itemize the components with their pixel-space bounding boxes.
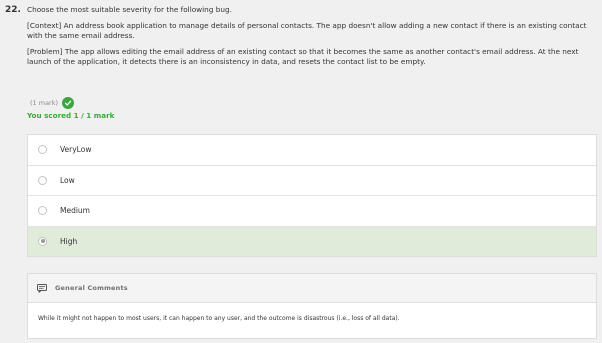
radio-button[interactable] (38, 145, 47, 155)
comments-header: General Comments (28, 274, 596, 303)
question-prompt: Choose the most suitable severity for th… (27, 5, 232, 14)
option-high[interactable]: High (28, 226, 596, 256)
question-context: [Context] An address book application to… (27, 20, 587, 41)
option-label: VeryLow (60, 145, 92, 155)
answer-options: VeryLow Low Medium High (27, 134, 597, 257)
marks-indicator: (1 mark) (30, 97, 75, 109)
option-label: Medium (60, 206, 90, 216)
comments-text: While it might not happen to most users,… (38, 315, 400, 322)
radio-dot (40, 239, 45, 244)
option-medium[interactable]: Medium (28, 196, 596, 227)
question-body: Choose the most suitable severity for th… (27, 5, 595, 73)
general-comments-panel: General Comments While it might not happ… (27, 273, 597, 339)
comment-icon (37, 283, 47, 293)
question-number: 22. (5, 5, 21, 15)
radio-button[interactable] (38, 206, 47, 216)
comments-title: General Comments (55, 284, 128, 292)
marks-label: (1 mark) (30, 99, 59, 107)
check-circle-icon (62, 97, 75, 109)
option-label: Low (60, 175, 75, 185)
question-problem: [Problem] The app allows editing the ema… (27, 46, 579, 67)
radio-button-selected[interactable] (38, 236, 47, 246)
option-low[interactable]: Low (28, 166, 596, 196)
radio-button[interactable] (38, 175, 47, 185)
option-label: High (60, 236, 78, 246)
score-text: You scored 1 / 1 mark (27, 111, 115, 120)
option-verylow[interactable]: VeryLow (28, 135, 596, 166)
